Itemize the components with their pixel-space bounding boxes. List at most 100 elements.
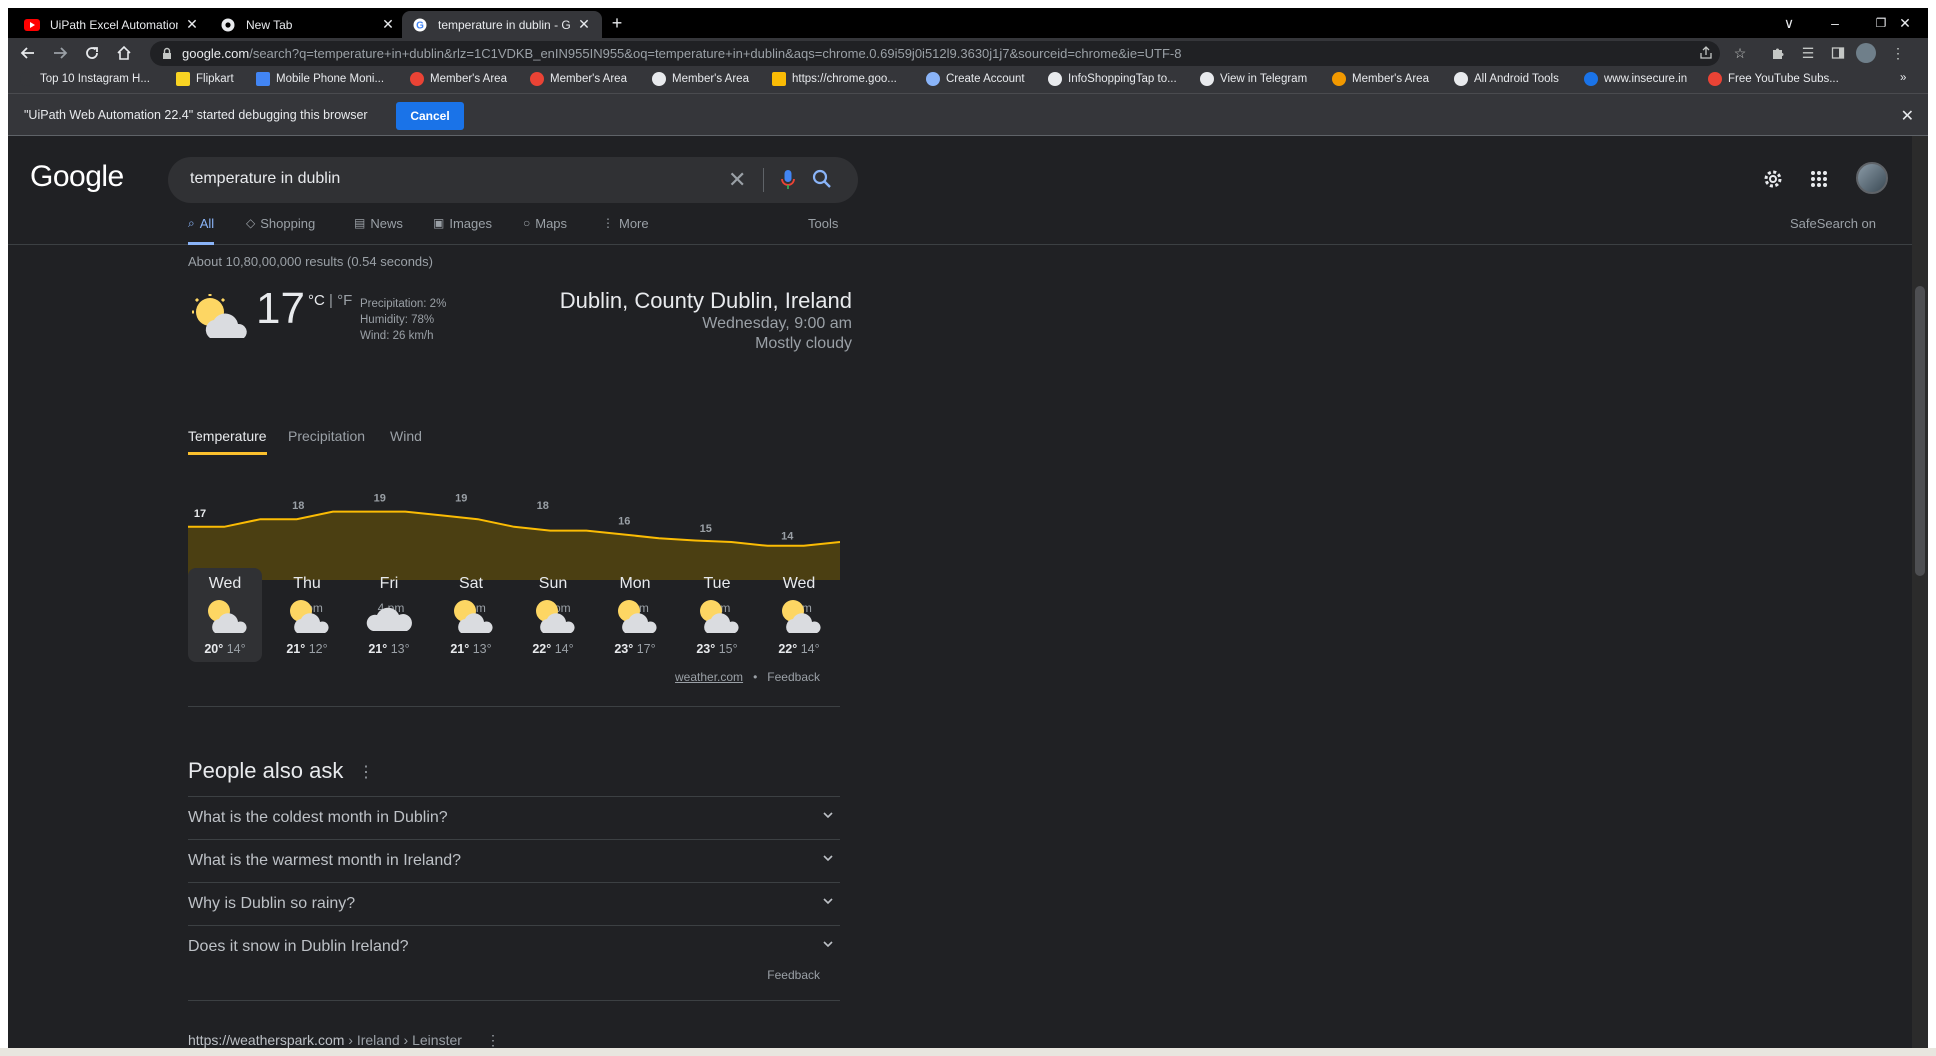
paa-question[interactable]: Why is Dublin so rainy? (188, 882, 840, 925)
microphone-icon[interactable] (780, 169, 796, 196)
partly-cloudy-icon (536, 600, 575, 633)
tag-icon: ◇ (246, 216, 256, 230)
bookmark-item[interactable]: Member's Area (1332, 72, 1429, 86)
paa-more-icon[interactable]: ⋮ (358, 762, 374, 782)
bookmark-item[interactable]: Free YouTube Subs... (1708, 72, 1839, 86)
search-box[interactable]: temperature in dublin ✕ (168, 157, 858, 203)
forecast-day-thu[interactable]: Thu 21° 12° (270, 568, 344, 662)
tab-maps[interactable]: ○ Maps (523, 216, 567, 245)
high-temp: 20° (204, 642, 224, 656)
page-scrollbar[interactable] (1912, 136, 1928, 1056)
chart-value-label: 15 (700, 523, 712, 535)
high-temp: 22° (532, 642, 552, 656)
forward-button[interactable] (48, 41, 72, 65)
bookmark-item[interactable]: Mobile Phone Moni... (256, 72, 384, 86)
day-name: Wed (782, 575, 816, 592)
tab-shopping[interactable]: ◇ Shopping (246, 216, 315, 245)
bookmark-item[interactable]: https://chrome.goo... (772, 72, 897, 86)
tab-precipitation[interactable]: Precipitation (288, 428, 365, 452)
bookmark-item[interactable]: Top 10 Instagram H... (20, 72, 150, 86)
forecast-day-tue[interactable]: Tue 23° 15° (680, 568, 754, 662)
tab-images[interactable]: ▣ Images (433, 216, 492, 245)
tab-more[interactable]: ⋮ More (602, 216, 649, 245)
extensions-puzzle-icon[interactable] (1768, 43, 1788, 63)
menu-kebab-icon[interactable]: ⋮ (1888, 43, 1908, 63)
paa-question-text: Does it snow in Dublin Ireland? (188, 938, 409, 955)
paa-question[interactable]: What is the warmest month in Ireland? (188, 839, 840, 882)
tab-all[interactable]: ⌕ All (188, 216, 215, 245)
forecast-day-fri[interactable]: Fri 21° 13° (352, 568, 426, 662)
low-temp: 14° (554, 642, 574, 656)
result-url: https://weatherspark.com (188, 1032, 345, 1048)
search-icon[interactable] (812, 169, 832, 194)
tab-uipath-excel[interactable]: UiPath Excel Automation:Excel A… ✕ (14, 11, 210, 38)
settings-gear-icon[interactable] (1760, 166, 1786, 192)
forecast-day-mon[interactable]: Mon 23° 17° (598, 568, 672, 662)
google-logo[interactable]: Google (30, 160, 124, 194)
search-input[interactable]: temperature in dublin (190, 170, 340, 188)
weather-feedback-link[interactable]: Feedback (767, 670, 820, 684)
scrollbar-thumb[interactable] (1915, 286, 1925, 576)
fahrenheit-toggle[interactable]: °F (337, 292, 352, 309)
bookmark-item[interactable]: Create Account (926, 72, 1025, 86)
close-window-button[interactable]: ✕ (1882, 8, 1928, 38)
wind-text: Wind: 26 km/h (360, 330, 434, 342)
forecast-day-wed[interactable]: Wed 20° 14° (188, 568, 262, 662)
account-avatar[interactable] (1856, 162, 1888, 194)
bookmark-item[interactable]: All Android Tools (1454, 72, 1559, 86)
paa-question[interactable]: Does it snow in Dublin Ireland? (188, 925, 840, 968)
tab-search-dropdown-icon[interactable]: ∨ (1766, 8, 1812, 38)
close-tab-icon[interactable]: ✕ (184, 16, 200, 33)
os-taskbar (0, 1048, 1936, 1056)
address-bar[interactable]: google.com/search?q=temperature+in+dubli… (150, 41, 1720, 66)
tools-button[interactable]: Tools (808, 216, 838, 245)
tab-wind[interactable]: Wind (390, 428, 422, 452)
forecast-day-wed-next[interactable]: Wed 22° 14° (762, 568, 836, 662)
day-temps: 23° 17° (598, 642, 672, 656)
bookmark-label: View in Telegram (1220, 73, 1308, 85)
flipkart-icon (176, 72, 190, 86)
chart-value-label: 14 (781, 531, 794, 543)
close-tab-icon[interactable]: ✕ (576, 16, 592, 33)
bookmark-item[interactable]: Member's Area (410, 72, 507, 86)
tab-new-tab[interactable]: New Tab ✕ (210, 11, 406, 38)
low-temp: 12° (308, 642, 328, 656)
bookmark-star-icon[interactable]: ☆ (1730, 43, 1750, 63)
profile-avatar-icon[interactable] (1856, 43, 1876, 63)
tab-google-search[interactable]: G temperature in dublin - Google S… ✕ (402, 11, 602, 38)
result-citation[interactable]: https://weatherspark.com › Ireland › Lei… (188, 1032, 462, 1048)
bookmark-item[interactable]: InfoShoppingTap to... (1048, 72, 1177, 86)
bookmarks-overflow-button[interactable]: » (1900, 72, 1906, 84)
share-icon[interactable] (1696, 43, 1716, 63)
cancel-button[interactable]: Cancel (396, 102, 464, 130)
minimize-button[interactable]: – (1812, 8, 1858, 38)
infobar-close-icon[interactable]: ✕ (1901, 106, 1914, 126)
side-panel-icon[interactable] (1828, 43, 1848, 63)
bookmark-favicon-icon (1332, 72, 1346, 86)
tab-temperature[interactable]: Temperature (188, 428, 267, 455)
back-button[interactable] (16, 41, 40, 65)
home-button[interactable] (112, 41, 136, 65)
bookmark-item[interactable]: Flipkart (176, 72, 234, 86)
new-tab-button[interactable]: + (602, 8, 632, 38)
weather-condition: Mostly cloudy (755, 335, 852, 352)
forecast-day-sat[interactable]: Sat 21° 13° (434, 568, 508, 662)
reload-button[interactable] (80, 41, 104, 65)
bookmark-item[interactable]: Member's Area (652, 72, 749, 86)
celsius-toggle[interactable]: °C (308, 292, 325, 309)
paa-feedback-link[interactable]: Feedback (767, 968, 820, 982)
bookmark-item[interactable]: View in Telegram (1200, 72, 1307, 86)
weather-source-link[interactable]: weather.com (675, 670, 743, 684)
tab-news[interactable]: ▤ News (354, 216, 403, 245)
close-tab-icon[interactable]: ✕ (380, 16, 396, 33)
reading-list-icon[interactable]: ☰ (1798, 43, 1818, 63)
bookmark-item[interactable]: www.insecure.in (1584, 72, 1687, 86)
forecast-day-sun[interactable]: Sun 22° 14° (516, 568, 590, 662)
weather-source: weather.com • Feedback (675, 670, 820, 684)
safesearch-indicator[interactable]: SafeSearch on (1790, 216, 1876, 245)
apps-grid-icon[interactable] (1806, 166, 1832, 192)
result-more-icon[interactable]: ⋮ (486, 1032, 500, 1049)
clear-search-icon[interactable]: ✕ (728, 167, 746, 193)
bookmark-item[interactable]: Member's Area (530, 72, 627, 86)
paa-question[interactable]: What is the coldest month in Dublin? (188, 796, 840, 839)
